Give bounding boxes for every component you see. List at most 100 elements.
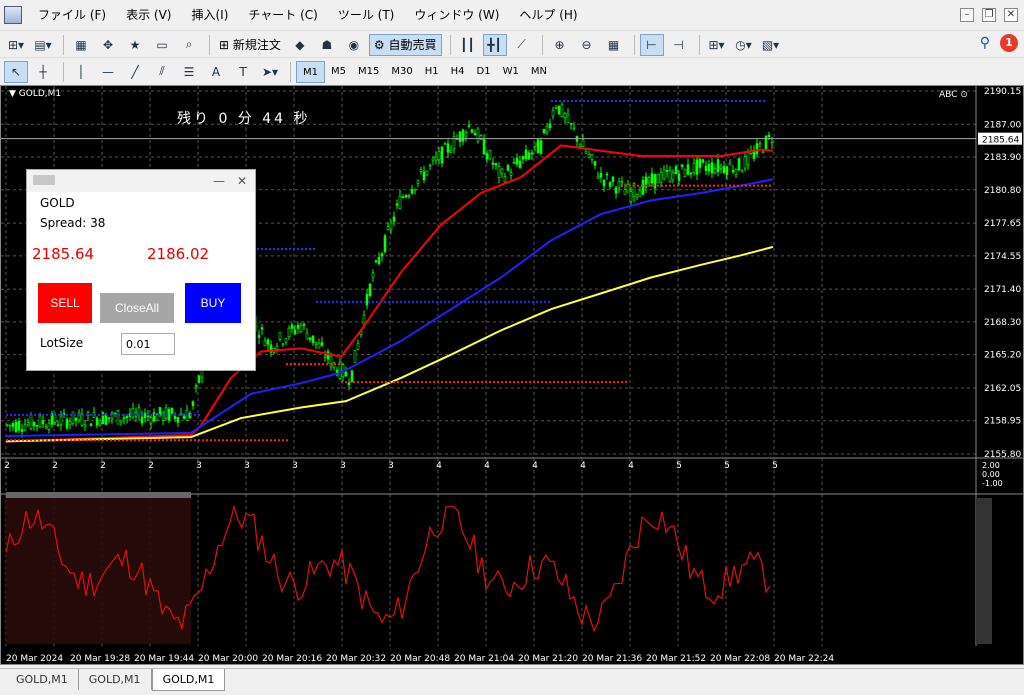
candle-body [149,417,153,424]
close-icon[interactable]: ✕ [1004,8,1018,22]
cursor-icon[interactable]: ↖ [4,60,28,83]
panel-title-blurred [33,175,55,185]
abc-label: ABC ⊙ [939,90,968,100]
text-label-icon[interactable]: T [231,61,255,83]
menu-tools[interactable]: ツール (T) [328,0,405,30]
sell-button[interactable]: SELL [38,283,92,323]
auto-scroll-icon[interactable]: ⊢ [639,33,664,56]
market-watch-icon[interactable]: ▦ [69,34,93,56]
chart-shift-icon[interactable]: ⊣ [667,34,691,56]
menu-file[interactable]: ファイル (F) [28,0,116,30]
candle-body [425,170,429,176]
candle-body [482,138,486,155]
candle-body [383,235,387,253]
search-icon[interactable]: ⚲ [980,35,990,51]
equidistant-channel-icon[interactable]: ⫽ [150,61,174,83]
candle-body [371,272,375,278]
candle-body [518,160,522,168]
candle-body [35,424,39,427]
signals-icon[interactable]: ☗ [315,34,339,56]
menu-chart[interactable]: チャート (C) [238,0,327,30]
candle-body [602,179,606,187]
profiles-icon[interactable]: ▤▾ [31,34,55,56]
price-tick-label: 2183.90 [984,153,1021,163]
menu-view[interactable]: 表示 (V) [116,0,181,30]
trend-line-icon[interactable]: ╱ [123,61,147,83]
timeframe-w1[interactable]: W1 [497,61,525,83]
buy-button[interactable]: BUY [185,283,241,323]
candle-body [302,323,306,326]
panel-minimize-icon[interactable]: — [213,174,225,188]
line-chart-icon[interactable]: ⟋ [510,34,534,56]
arrows-icon[interactable]: ➤▾ [258,61,282,83]
tester-icon[interactable]: ⌕ [177,34,201,56]
crosshair-icon[interactable]: ┼ [31,61,55,83]
candle-body [38,415,42,428]
terminal-icon[interactable]: ▭ [150,34,174,56]
panel-symbol: GOLD [40,196,75,210]
candle-body [515,158,519,165]
separator [209,34,210,55]
notification-icon[interactable]: 1 [1000,34,1018,52]
candle-body [197,375,201,383]
candle-body [527,152,531,160]
periods-icon[interactable]: ◷▾ [732,34,756,56]
bar-chart-icon[interactable]: ┃┃ [456,34,480,56]
candle-body [443,143,447,145]
candle-body [434,156,438,161]
candle-body [563,113,567,119]
horizontal-line-icon[interactable]: — [96,61,120,83]
navigator-icon[interactable]: ★ [123,34,147,56]
chart-tab-3[interactable]: GOLD,M1 [151,669,226,691]
tile-windows-icon[interactable]: ▦ [602,34,626,56]
candle-body [458,131,462,142]
templates-icon[interactable]: ▧▾ [759,34,783,56]
timeframe-m5[interactable]: M5 [325,61,352,83]
chart-window[interactable]: 2190.15 2187.00 2183.90 2180.80 2177.65 2174.… [0,85,1024,665]
lot-size-input[interactable] [121,333,175,355]
new-chart-icon[interactable]: ⊞▾ [4,34,28,56]
candle-body [725,166,729,176]
text-icon[interactable]: A [204,61,228,83]
timeframe-m1[interactable]: M1 [296,60,325,83]
menu-help[interactable]: ヘルプ (H) [509,0,587,30]
menu-insert[interactable]: 挿入(I) [181,0,238,30]
candle-body [605,173,609,176]
time-axis-label: 20 Mar 22:08 [710,654,770,664]
timeframe-d1[interactable]: D1 [471,61,497,83]
zoom-in-icon[interactable]: ⊕ [548,34,572,56]
menu-window[interactable]: ウィンドウ (W) [404,0,509,30]
candle-body [131,408,135,418]
candle-chart-icon[interactable]: ╋┃ [482,33,507,56]
indicators-icon[interactable]: ⊞▾ [705,34,729,56]
restore-icon[interactable]: ❐ [982,8,996,22]
chart-tab-2[interactable]: GOLD,M1 [79,669,152,690]
close-all-button[interactable]: CloseAll [100,293,174,323]
minimize-icon[interactable]: – [960,8,974,22]
market-icon[interactable]: ◉ [342,34,366,56]
timeframe-h1[interactable]: H1 [419,61,445,83]
chart-tab-1[interactable]: GOLD,M1 [6,669,79,690]
candle-body [413,188,417,192]
candle-body [734,168,738,175]
candle-body [389,222,393,230]
timeframe-h4[interactable]: H4 [445,61,471,83]
candle-body [698,158,702,168]
vertical-line-icon[interactable]: │ [69,61,93,83]
panel-close-icon[interactable]: ✕ [237,174,247,188]
zoom-out-icon[interactable]: ⊖ [575,34,599,56]
fibonacci-icon[interactable]: ☰ [177,61,201,83]
metaeditor-icon[interactable]: ◆ [288,34,312,56]
candle-body [122,417,126,420]
candle-body [761,151,765,154]
candle-body [143,412,147,418]
data-window-icon[interactable]: ✥ [96,34,120,56]
candle-body [362,314,366,325]
candle-body [710,162,714,174]
timeframe-m30[interactable]: M30 [385,61,418,83]
timeframe-m15[interactable]: M15 [352,61,385,83]
candle-body [755,143,759,155]
auto-trade-button[interactable]: ⚙ 自動売買 [368,33,442,56]
new-order-button[interactable]: ⊞ 新規注文 [215,34,285,56]
timeframe-mn[interactable]: MN [525,61,553,83]
